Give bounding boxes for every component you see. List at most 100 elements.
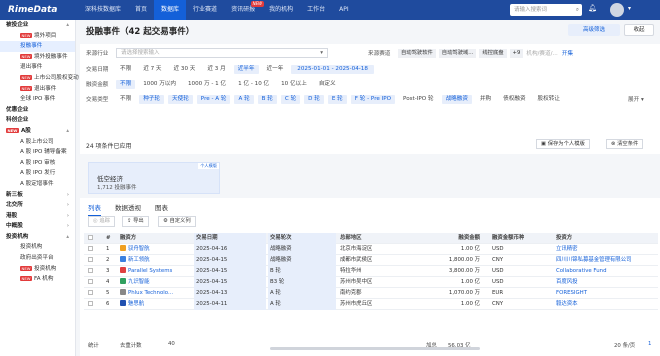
amount-chip[interactable]: 1000 万 - 1 亿: [184, 80, 230, 89]
sidebar-item-a-ipo-review[interactable]: A 股 IPO 审核: [0, 158, 75, 169]
sidebar-item-a-ipo-filing[interactable]: A 股 IPO 辅导备案: [0, 147, 75, 158]
table-row[interactable]: 4 九识智能 2025-04-15 B3 轮苏州市吴中区 1.00 亿 USD 百度风投: [84, 276, 658, 288]
nav-news-reports[interactable]: 资讯研报 NEW: [224, 0, 265, 20]
row-investor[interactable]: 立讯精密: [556, 244, 656, 255]
sidebar-item-gov-platform[interactable]: 政府出资平台: [0, 253, 75, 264]
clear-conditions-button[interactable]: ⊗ 清空条件: [606, 139, 644, 149]
table-row[interactable]: 5 Phlux Technolo... 2025-04-13 A 轮南约克郡 1,070…: [84, 287, 658, 299]
type-chip[interactable]: 天使轮: [168, 94, 193, 104]
type-chip[interactable]: 债权融资: [499, 95, 529, 104]
tab-pivot[interactable]: 数据透视: [115, 202, 141, 216]
sidebar-group-a-share[interactable]: NEW A股 ▴: [0, 126, 75, 137]
horizontal-scrollbar[interactable]: [270, 347, 480, 350]
industry-tag[interactable]: 自动驾驶域...: [438, 48, 477, 58]
type-chip[interactable]: Post-IPO 轮: [399, 95, 438, 104]
row-company[interactable]: 新工领航: [120, 255, 192, 266]
type-chip[interactable]: Pre - A 轮: [196, 94, 231, 104]
sidebar-item-exit-events[interactable]: 退出事件: [0, 62, 75, 73]
col-currency[interactable]: 融资金额币种: [492, 233, 524, 244]
industry-more-count[interactable]: +9: [509, 48, 524, 58]
table-row[interactable]: 2 新工领航 2025-04-15 战略融资 成都市武侯区 1,800.00 万 CNY 四川…: [84, 254, 658, 266]
sidebar-group-investors[interactable]: 投资机构 ▴: [0, 232, 75, 243]
select-all-checkbox[interactable]: [88, 233, 93, 244]
row-checkbox[interactable]: [88, 288, 93, 299]
type-chip[interactable]: D 轮: [304, 94, 324, 104]
row-company[interactable]: Phlux Technolo...: [120, 288, 192, 299]
date-chip[interactable]: 近 30 天: [170, 65, 200, 74]
nav-deep-tech-db[interactable]: 深科技数据库: [78, 0, 128, 20]
collapse-button[interactable]: 收起: [624, 24, 654, 36]
tab-list[interactable]: 列表: [88, 202, 101, 216]
sidebar-group-portfolio[interactable]: 被投企业 ▴: [0, 20, 75, 31]
row-investor[interactable]: Collaborative Fund: [556, 266, 656, 277]
row-checkbox[interactable]: [88, 277, 93, 288]
sidebar-group-neeq[interactable]: 新三板 ›: [0, 190, 75, 201]
row-company[interactable]: Parallel Systems: [120, 266, 192, 277]
type-chip[interactable]: A 轮: [234, 94, 254, 104]
row-checkbox[interactable]: [88, 255, 93, 266]
sidebar-group-china-concept[interactable]: 中概股 ›: [0, 221, 75, 232]
row-company[interactable]: 九识智能: [120, 277, 192, 288]
tab-chart[interactable]: 图表: [155, 202, 168, 216]
global-search-input[interactable]: 请输入搜索词 ⌕: [510, 4, 582, 16]
sidebar-item-investors-2[interactable]: NEW 投资机构: [0, 264, 75, 275]
app-logo[interactable]: RimeData: [8, 5, 68, 15]
save-template-button[interactable]: ▣ 保存为个人模版: [536, 139, 590, 149]
col-investor[interactable]: 投资方: [556, 233, 572, 244]
col-region[interactable]: 总部地区: [340, 233, 362, 244]
toggle-open[interactable]: 开集: [562, 49, 573, 57]
search-icon[interactable]: ⌕: [576, 4, 579, 16]
amount-chip[interactable]: 1 亿 - 10 亿: [234, 80, 273, 89]
row-checkbox[interactable]: [88, 266, 93, 277]
nav-my-institution[interactable]: 我的机构: [262, 0, 300, 20]
page-size-select[interactable]: 20 条/页: [614, 341, 635, 349]
track-button[interactable]: ◎ 追踪: [88, 216, 115, 227]
date-chip[interactable]: 不限: [116, 65, 135, 74]
industry-extra[interactable]: 机构/赛道/...: [526, 49, 557, 57]
nav-home[interactable]: 首页: [128, 0, 154, 20]
sidebar-item-global-ipo[interactable]: 全球 IPO 事件: [0, 94, 75, 105]
template-card[interactable]: 个人模版 低空经济 1,712 投融事件: [88, 162, 220, 194]
type-chip[interactable]: 股权转让: [534, 95, 564, 104]
col-date[interactable]: 交易日期: [194, 232, 266, 244]
sidebar-item-exit-events-2[interactable]: NEW 退出事件: [0, 84, 75, 95]
chevron-down-icon[interactable]: ▾: [628, 5, 631, 12]
sidebar-group-bse[interactable]: 北交所 ›: [0, 200, 75, 211]
row-investor[interactable]: 毅达资本: [556, 299, 656, 310]
row-company[interactable]: 魅思航: [120, 299, 192, 310]
type-chip[interactable]: B 轮: [257, 94, 277, 104]
company-search-input[interactable]: 请选择搜索输入 ▾: [116, 48, 328, 58]
expand-types-button[interactable]: 展开 ▾: [628, 95, 644, 103]
row-checkbox[interactable]: [88, 244, 93, 255]
sidebar-item-listed-equity-change[interactable]: NEW 上市公司股权变动: [0, 73, 79, 84]
date-range-picker[interactable]: 2025-01-01 - 2025-04-18: [291, 64, 374, 74]
avatar[interactable]: [610, 3, 624, 17]
date-chip[interactable]: 近一年: [263, 65, 288, 74]
sidebar-item-financing-events[interactable]: 投融事件: [0, 41, 75, 52]
type-chip[interactable]: C 轮: [280, 94, 301, 104]
sidebar-item-fa[interactable]: NEW FA 机构: [0, 274, 75, 285]
row-investor[interactable]: 百度风投: [556, 277, 656, 288]
row-checkbox[interactable]: [88, 299, 93, 310]
col-amount[interactable]: 融资金额: [420, 233, 480, 244]
table-row[interactable]: 1 驭舟智航 2025-04-16 战略融资 北京市海淀区 1.00 亿 USD 立讯精密: [84, 243, 658, 255]
sidebar-item-a-placement[interactable]: A 股定增事件: [0, 179, 75, 190]
nav-api[interactable]: API: [332, 0, 356, 20]
industry-tag[interactable]: 线控底盘: [479, 48, 507, 58]
sidebar-item-overseas-projects[interactable]: NEW 境外项目: [0, 31, 75, 42]
type-chip[interactable]: 种子轮: [139, 94, 164, 104]
amount-chip[interactable]: 10 亿以上: [277, 80, 311, 89]
export-button[interactable]: ⇪ 导出: [122, 216, 149, 227]
nav-industry-track[interactable]: 行业赛道: [186, 0, 224, 20]
sidebar-item-a-listed[interactable]: A 股上市公司: [0, 137, 75, 148]
nav-database[interactable]: 数据库: [154, 0, 187, 20]
advanced-filter-button[interactable]: 高级筛选: [568, 24, 620, 36]
amount-chip[interactable]: 自定义: [315, 80, 340, 89]
type-chip[interactable]: 战略融资: [441, 94, 472, 104]
date-chip[interactable]: 近 3 月: [203, 65, 229, 74]
sidebar-item-a-ipo-issue[interactable]: A 股 IPO 发行: [0, 168, 75, 179]
industry-tag[interactable]: 自动驾驶软件: [398, 48, 436, 58]
type-chip[interactable]: F 轮 - Pre IPO: [350, 94, 396, 104]
row-investor[interactable]: 四川川锦私募基金管理有限公司: [556, 255, 656, 266]
date-chip[interactable]: 近半年: [233, 64, 259, 74]
